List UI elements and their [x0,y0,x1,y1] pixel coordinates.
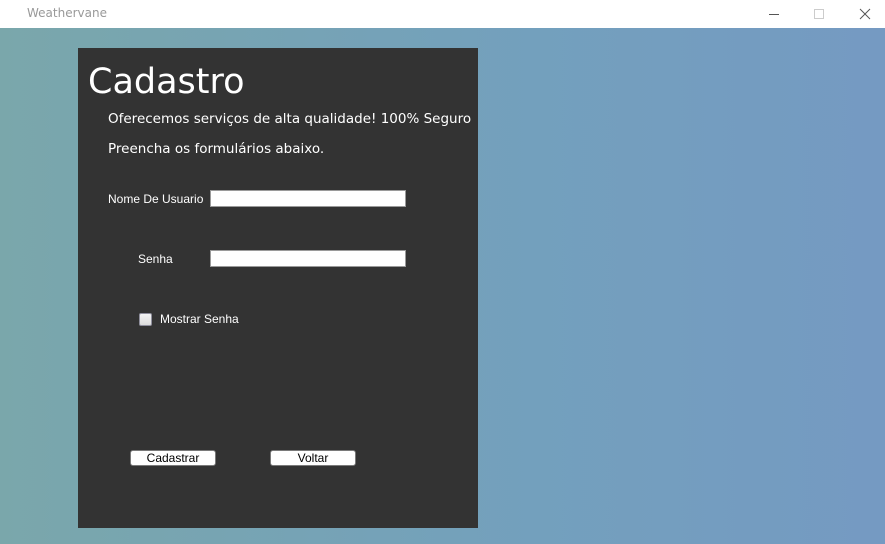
page-title: Cadastro [88,62,245,102]
title-bar[interactable]: Weathervane [0,0,885,28]
show-password-label[interactable]: Mostrar Senha [160,312,239,326]
username-label: Nome De Usuario [108,192,204,206]
minimize-icon [768,14,779,15]
close-button[interactable] [842,0,885,28]
content-area: Cadastro Oferecemos serviços de alta qua… [0,28,885,544]
maximize-icon [813,9,824,19]
show-password-checkbox[interactable] [139,312,152,326]
window-title: Weathervane [27,6,107,20]
maximize-button[interactable] [796,0,841,28]
tagline-text: Oferecemos serviços de alta qualidade! 1… [108,111,472,127]
show-password-row[interactable]: Mostrar Senha [139,311,239,327]
register-panel: Cadastro Oferecemos serviços de alta qua… [78,48,478,528]
minimize-button[interactable] [751,0,796,28]
instructions-text: Preencha os formulários abaixo. [108,141,325,157]
username-input[interactable] [210,190,406,207]
password-label: Senha [138,252,173,266]
password-input[interactable] [210,250,406,267]
app-window: Weathervane Cadastro Oferecemos serviços… [0,0,885,544]
register-button[interactable]: Cadastrar [130,450,216,466]
close-icon [859,8,870,20]
back-button[interactable]: Voltar [270,450,356,466]
